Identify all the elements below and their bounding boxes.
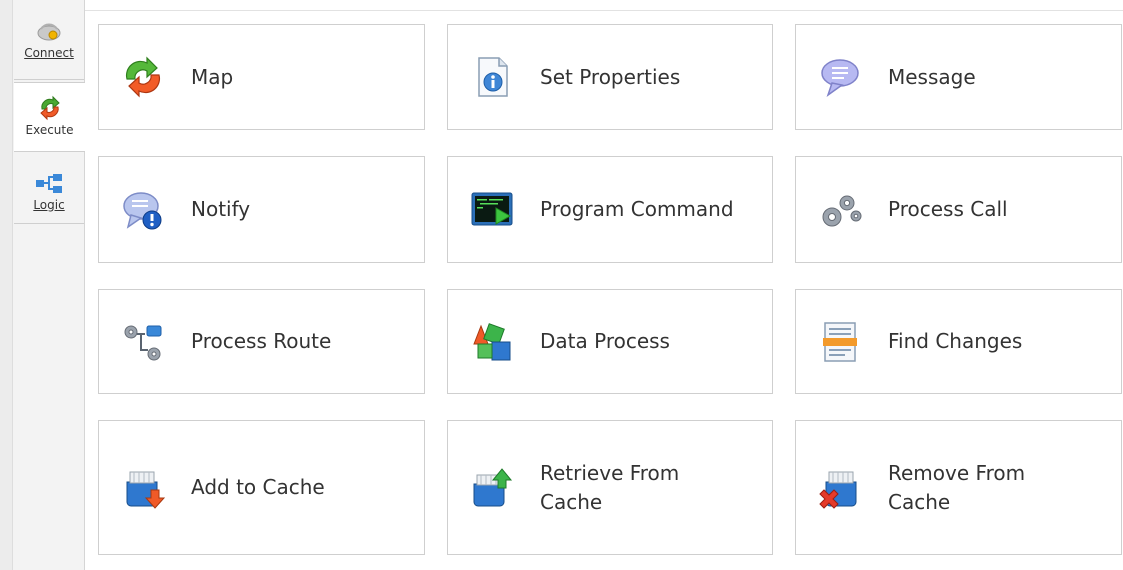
sidebar-tab-label: Execute	[25, 123, 74, 137]
add-to-cache-icon	[126, 471, 165, 509]
process-route-icon	[124, 325, 162, 360]
card-label: Data Process	[540, 329, 670, 353]
retrieve-from-cache-icon	[473, 467, 513, 506]
add-to-cache-card[interactable]: Add to Cache	[98, 420, 425, 555]
card-label: Message	[888, 64, 976, 89]
remove-from-cache-card[interactable]: Remove From Cache	[795, 420, 1122, 555]
process-call-card[interactable]: Process Call	[795, 156, 1122, 263]
message-card[interactable]: Message	[795, 24, 1122, 130]
card-label: Add to Cache	[191, 475, 325, 499]
message-icon	[821, 59, 859, 97]
notify-card[interactable]: Notify	[98, 156, 425, 263]
retrieve-from-cache-card[interactable]: Retrieve From Cache	[447, 420, 773, 555]
logic-icon	[36, 174, 62, 193]
sidebar-tab-execute[interactable]: Execute	[14, 82, 85, 152]
sidebar-tab-logic[interactable]: Logic	[14, 158, 84, 224]
sidebar-tab-label: Logic	[33, 198, 65, 212]
process-call-icon	[822, 195, 862, 226]
data-process-icon	[473, 322, 511, 360]
connect-icon	[37, 23, 61, 41]
card-label: Notify	[191, 197, 251, 221]
program-command-icon	[471, 192, 513, 225]
map-icon	[125, 56, 161, 98]
card-label: Find Changes	[888, 329, 1023, 353]
top-divider	[85, 10, 1123, 11]
set-properties-icon	[478, 57, 508, 97]
find-changes-icon	[823, 321, 857, 362]
process-route-card[interactable]: Process Route	[98, 289, 425, 394]
set-properties-card[interactable]: Set Properties	[447, 24, 773, 130]
card-label: Map	[191, 64, 234, 89]
card-label: Program Command	[540, 197, 734, 221]
sidebar-rail	[0, 0, 13, 570]
card-label: Set Properties	[540, 64, 681, 89]
card-label: Process Route	[191, 329, 332, 353]
card-label: Process Call	[888, 197, 1008, 221]
program-command-card[interactable]: Program Command	[447, 156, 773, 263]
execute-icon	[39, 95, 60, 121]
remove-from-cache-icon	[819, 471, 857, 509]
sidebar: Connect Execute Logic	[0, 0, 85, 570]
card-label: Remove From Cache	[888, 460, 1026, 514]
data-process-card[interactable]: Data Process	[447, 289, 773, 394]
sidebar-tab-label: Connect	[24, 46, 74, 60]
notify-icon	[123, 191, 162, 229]
find-changes-card[interactable]: Find Changes	[795, 289, 1122, 394]
map-card[interactable]: Map	[98, 24, 425, 130]
sidebar-tab-connect[interactable]: Connect	[14, 20, 84, 80]
card-label: Retrieve From Cache	[540, 460, 680, 514]
